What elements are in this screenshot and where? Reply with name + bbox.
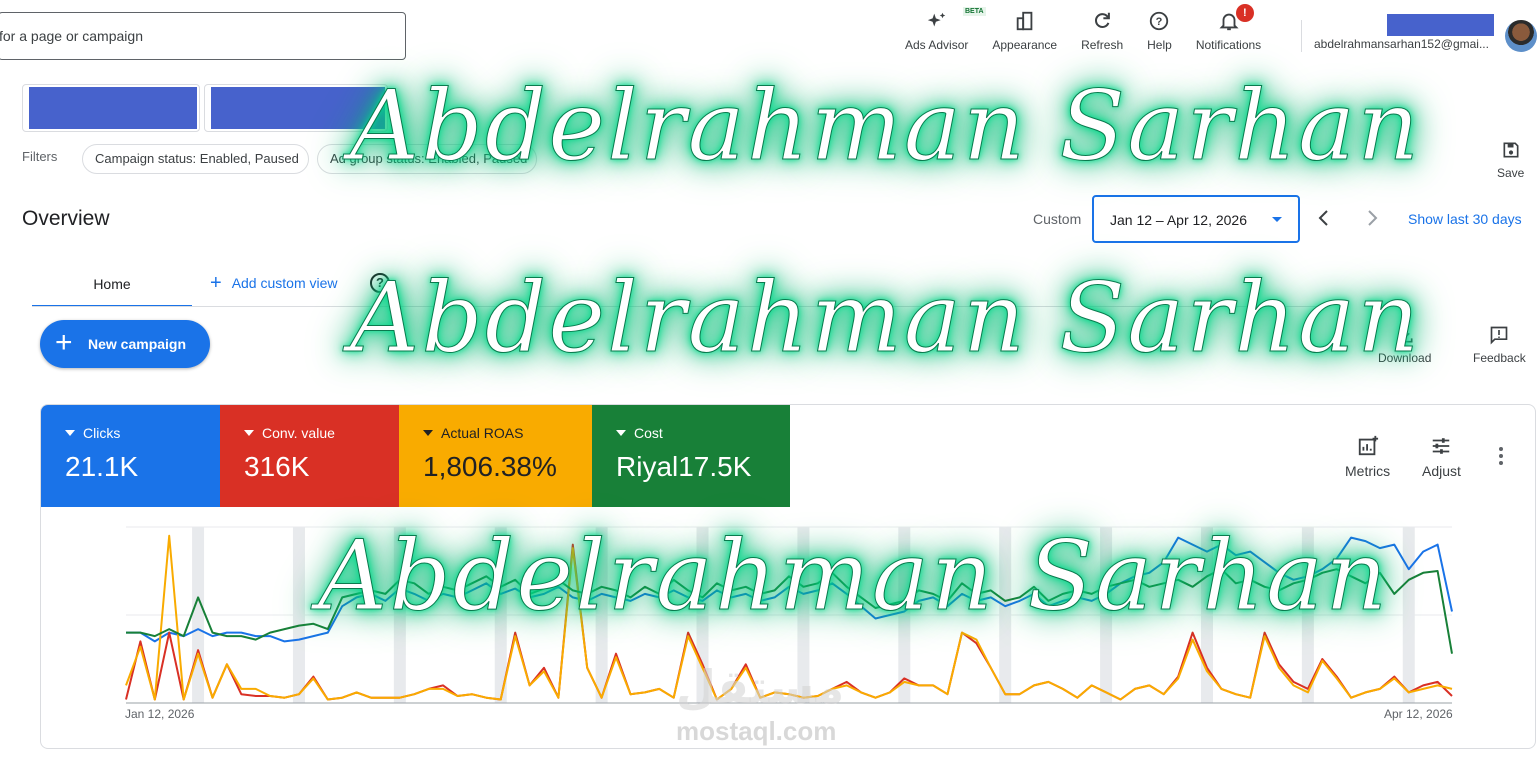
beta-badge: BETA: [963, 7, 986, 16]
metric-value: Riyal17.5K: [616, 451, 752, 482]
metric-label: Actual ROAS: [441, 425, 524, 441]
dropdown-icon: [244, 430, 254, 436]
feedback-label: Feedback: [1473, 351, 1526, 365]
metrics-label: Metrics: [1345, 463, 1391, 479]
tab-divider: [32, 306, 1320, 307]
metric-value: 21.1K: [65, 451, 139, 482]
performance-card: Clicks 21.1K Conv. value 316K Actual ROA…: [40, 404, 1536, 749]
refresh-icon: [1095, 12, 1110, 28]
download-icon: [1397, 327, 1413, 343]
plus-icon: +: [210, 272, 222, 294]
dropdown-icon: [65, 430, 75, 436]
add-custom-view-label: Add custom view: [231, 275, 338, 291]
tab-home[interactable]: Home: [32, 262, 192, 307]
sparkle-icon: [927, 12, 945, 27]
ads-advisor-label: Ads Advisor: [905, 38, 969, 52]
dropdown-icon: [616, 430, 626, 436]
adjust-label: Adjust: [1422, 463, 1461, 479]
redacted-block: [29, 87, 197, 129]
adjust-icon: [1433, 438, 1450, 454]
chevron-right-icon[interactable]: [1362, 208, 1382, 228]
x-axis-start-label: Jan 12, 2026: [125, 707, 195, 721]
appearance-label: Appearance: [992, 38, 1058, 52]
caret-down-icon: [1272, 217, 1282, 222]
adjust-button[interactable]: Adjust: [1422, 435, 1461, 479]
feedback-icon: [1491, 326, 1508, 345]
top-toolbar: BETA Ads Advisor Appearance Refresh ? He…: [905, 4, 1285, 52]
search-input[interactable]: for a page or campaign: [0, 12, 406, 60]
metric-tile-cost[interactable]: Cost Riyal17.5K: [592, 405, 790, 507]
metric-tile-actual-roas[interactable]: Actual ROAS 1,806.38%: [399, 405, 592, 507]
save-label: Save: [1497, 166, 1525, 180]
filters-label: Filters: [22, 149, 58, 164]
feedback-button[interactable]: Feedback: [1473, 325, 1526, 365]
account-email[interactable]: abdelrahmansarhan152@gmai...: [1314, 37, 1496, 51]
new-campaign-label: New campaign: [88, 336, 187, 352]
filter-chip-ad-group-status[interactable]: Ad group status: Enabled, Paused: [317, 144, 537, 174]
appearance-icon: [1016, 11, 1033, 31]
signature-watermark: Abdelrahman Sarhan: [349, 262, 1422, 375]
date-range-value: Jan 12 – Apr 12, 2026: [1110, 212, 1247, 228]
date-range-type: Custom: [1033, 211, 1082, 227]
series-line-clicks: [126, 536, 1453, 643]
notifications-button[interactable]: ! Notifications: [1195, 4, 1262, 52]
add-custom-view-button[interactable]: + Add custom view: [210, 272, 338, 294]
metric-tile-clicks[interactable]: Clicks 21.1K: [41, 405, 220, 507]
series-line-cost: [126, 568, 1453, 654]
notification-badge: !: [1235, 4, 1254, 22]
ads-advisor-button[interactable]: BETA Ads Advisor: [905, 7, 986, 52]
account-divider: [1301, 20, 1302, 52]
download-label: Download: [1378, 351, 1432, 365]
save-icon: [1503, 142, 1519, 158]
appearance-button[interactable]: Appearance: [992, 10, 1057, 52]
page-title: Overview: [22, 207, 110, 230]
metric-value: 1,806.38%: [423, 451, 557, 482]
account-selector[interactable]: [22, 84, 200, 132]
performance-chart: [125, 526, 1453, 704]
series-line-actual-roas: [125, 534, 1453, 701]
show-last-30-days-link[interactable]: Show last 30 days: [1408, 211, 1522, 227]
metrics-icon: [1358, 435, 1378, 456]
notifications-label: Notifications: [1195, 38, 1262, 52]
refresh-button[interactable]: Refresh: [1081, 10, 1123, 52]
metric-label: Conv. value: [262, 425, 335, 441]
dropdown-icon: [423, 430, 433, 436]
account-name-redacted: [1387, 14, 1494, 36]
help-label: Help: [1147, 38, 1172, 52]
refresh-label: Refresh: [1081, 38, 1124, 52]
series-line-conv-value: [125, 543, 1453, 701]
metric-value: 316K: [244, 451, 310, 482]
metric-label: Clicks: [83, 425, 121, 441]
chevron-left-icon[interactable]: [1314, 208, 1334, 228]
plus-icon: +: [55, 326, 73, 359]
help-icon: ?: [1150, 11, 1169, 31]
new-campaign-button[interactable]: + New campaign: [40, 320, 210, 368]
download-button[interactable]: Download: [1378, 325, 1431, 365]
save-button[interactable]: Save: [1497, 140, 1524, 180]
svg-text:?: ?: [1156, 16, 1163, 28]
more-options-icon[interactable]: [1499, 447, 1503, 468]
view-selector[interactable]: [204, 84, 388, 132]
metric-tile-conv-value[interactable]: Conv. value 316K: [220, 405, 399, 507]
help-circle-icon[interactable]: ?: [370, 273, 390, 293]
help-button[interactable]: ? Help: [1147, 10, 1172, 52]
metric-label: Cost: [634, 425, 663, 441]
metrics-button[interactable]: Metrics: [1345, 435, 1390, 479]
redacted-block: [211, 87, 385, 129]
filter-chip-campaign-status[interactable]: Campaign status: Enabled, Paused: [82, 144, 309, 174]
search-text: for a page or campaign: [0, 28, 143, 44]
date-range-selector[interactable]: Jan 12 – Apr 12, 2026: [1092, 195, 1300, 243]
x-axis-end-label: Apr 12, 2026: [1384, 707, 1453, 721]
avatar[interactable]: [1505, 20, 1537, 52]
